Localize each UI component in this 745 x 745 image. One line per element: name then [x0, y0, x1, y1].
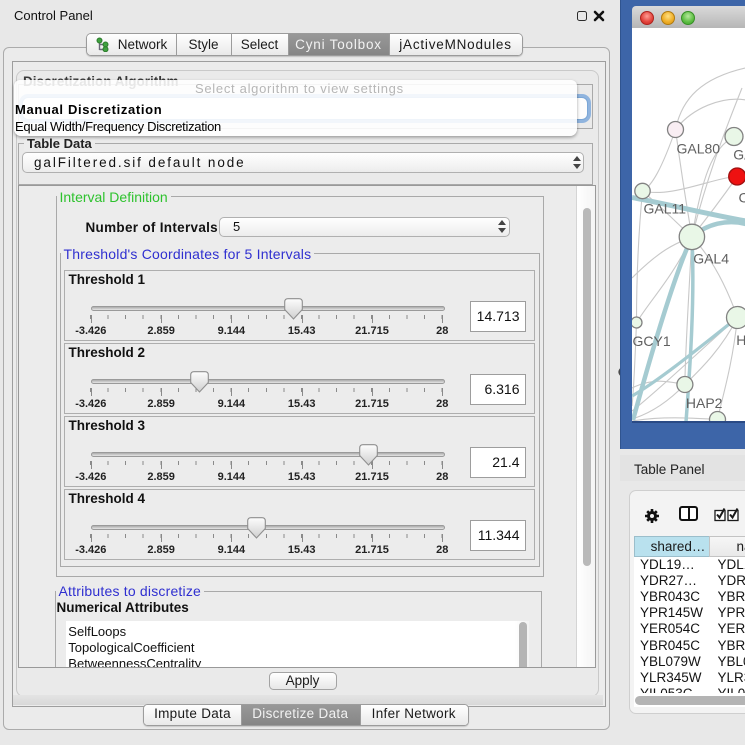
svg-text:GAL11: GAL11 [643, 200, 686, 216]
svg-text:GAL4: GAL4 [693, 250, 729, 266]
svg-text:GCY1: GCY1 [632, 332, 670, 348]
svg-text:H: H [736, 331, 745, 347]
svg-text:GA: GA [733, 146, 745, 162]
svg-text:GAL80: GAL80 [676, 140, 720, 156]
svg-text:HAP2: HAP2 [685, 395, 722, 411]
svg-text:C: C [738, 189, 745, 205]
